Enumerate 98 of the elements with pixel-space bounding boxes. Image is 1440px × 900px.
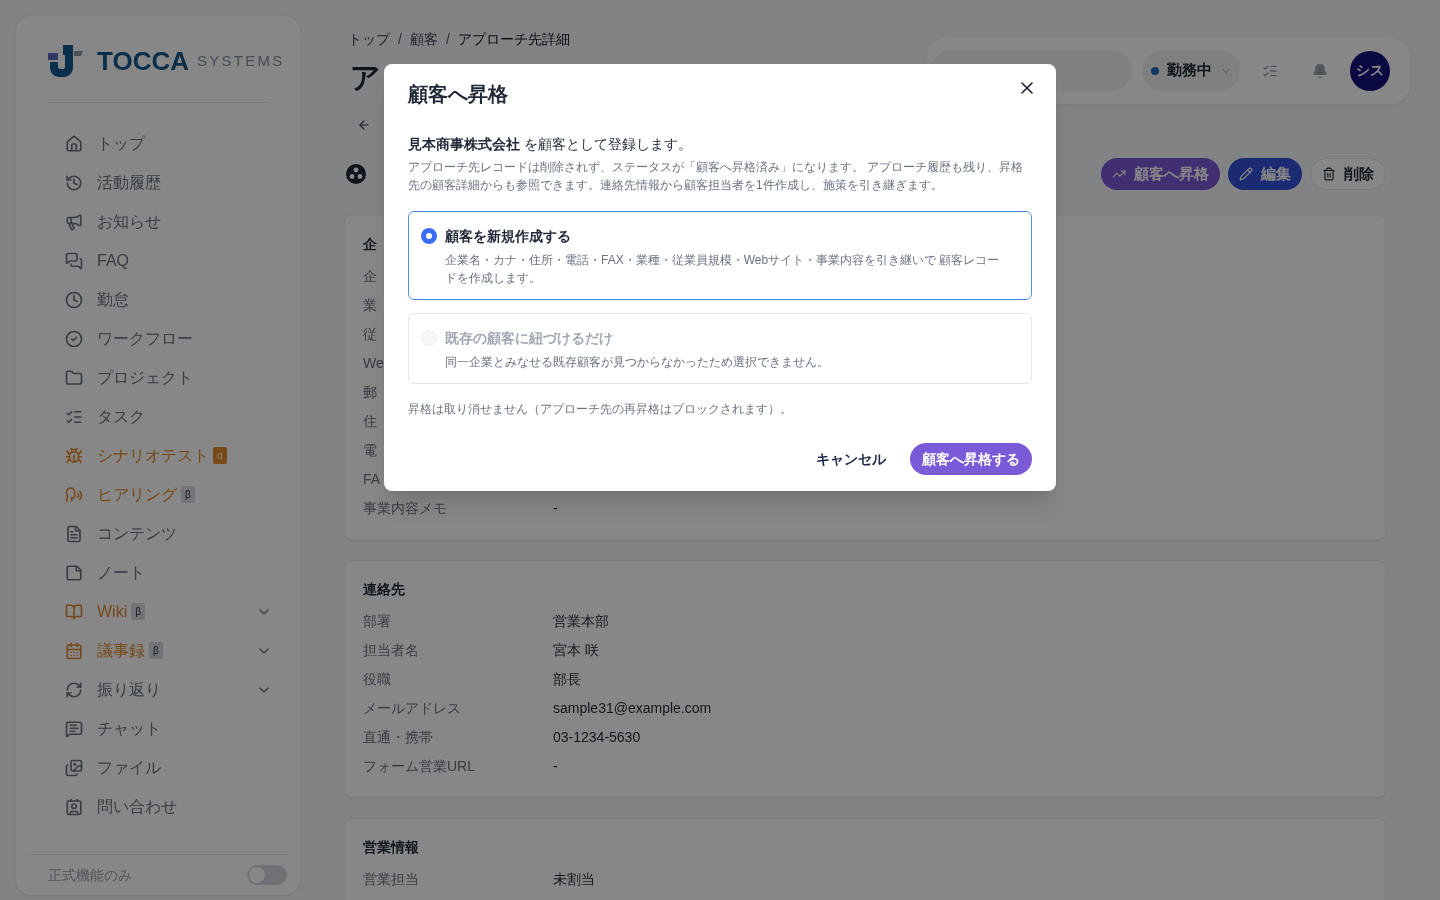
field-label: 直通・携帯 [363, 728, 433, 747]
document-icon [65, 524, 83, 543]
confirm-button[interactable]: 顧客へ昇格する [910, 443, 1032, 475]
logo-text: TOCCA [97, 45, 189, 78]
sidebar-item[interactable]: Wiki β [48, 592, 272, 631]
field-value: sample31@example.com [553, 699, 712, 718]
delete-button[interactable]: 削除 [1310, 158, 1386, 190]
history-icon [65, 173, 83, 192]
field-label: 担当者名 [363, 641, 419, 660]
sidebar-item[interactable]: チャット [48, 709, 272, 748]
sidebar-item[interactable]: ヒアリング β [48, 475, 272, 514]
folder-icon [65, 368, 83, 387]
field-label: 従 [363, 325, 377, 344]
logo-icon [48, 44, 84, 78]
contact-card-icon [65, 797, 83, 816]
field-value: 営業本部 [553, 612, 609, 631]
dots-circle-icon [346, 164, 366, 184]
avatar[interactable]: シス [1350, 50, 1390, 91]
field-value: - [553, 757, 558, 776]
sidebar-item[interactable]: シナリオテスト α [48, 436, 272, 475]
field-label: 部署 [363, 612, 391, 631]
note-text: 昇格は取り消せません（アプローチ先の再昇格はブロックされます）。 [408, 401, 793, 418]
intro-text: 見本商事株式会社 を顧客として登録します。 [408, 135, 693, 154]
field-label: 電 [363, 441, 377, 460]
refresh-icon [65, 680, 83, 699]
field-label: 住 [363, 412, 377, 431]
clock-icon [65, 290, 83, 309]
sidebar-item[interactable]: 振り返り [48, 670, 272, 709]
dialog-title: 顧客へ昇格 [408, 82, 508, 107]
images-icon [65, 758, 83, 777]
field-label: We [363, 354, 384, 373]
breadcrumb-link[interactable]: トップ [348, 30, 390, 48]
field-value: 03-1234-5630 [553, 728, 641, 747]
sidebar-item[interactable]: お知らせ [48, 202, 272, 241]
field-label: FA [363, 470, 381, 489]
description-text: アプローチ先レコードは削除されず、ステータスが「顧客へ昇格済み」になります。 アプローチ履歴も残り、昇格先の顧客詳細からも参照できます。連絡先情報から顧客担当者を1件作成し、施策を引き継ぎます。 [408, 159, 1025, 194]
breadcrumb-link[interactable]: 顧客 [409, 30, 438, 48]
field-label: フォーム営業URL [363, 757, 475, 776]
house-icon [65, 134, 83, 153]
field-label: 業 [363, 296, 377, 315]
field-value: 未割当 [553, 870, 595, 889]
speaking-person-icon [65, 485, 83, 504]
toggle-switch[interactable] [247, 865, 287, 885]
book-icon [65, 602, 83, 621]
edit-button[interactable]: 編集 [1228, 158, 1302, 190]
sidebar-item[interactable]: 活動履歴 [48, 163, 272, 202]
field-label: メールアドレス [363, 699, 461, 718]
sidebar-item[interactable]: 勤怠 [48, 280, 272, 319]
option-description: 同一企業とみなせる既存顧客が見つからなかったため選択できません。 [445, 354, 829, 371]
status-dropdown[interactable]: 勤務中 [1142, 50, 1240, 91]
field-label: 郵 [363, 383, 377, 402]
stage-badge: α [213, 447, 227, 464]
section-title: 連絡先 [363, 580, 405, 599]
field-label: 事業内容メモ [363, 499, 447, 518]
chat-icon [65, 719, 83, 738]
pencil-icon [1239, 167, 1253, 181]
status-dot-icon [1150, 66, 1159, 75]
page-title: ア [350, 60, 381, 96]
breadcrumb-separator: / [398, 30, 402, 48]
field-value: 宮本 咲 [553, 641, 599, 660]
note-icon [65, 563, 83, 582]
sidebar-item[interactable]: トップ [48, 124, 272, 163]
sidebar-item[interactable]: FAQ [48, 241, 272, 280]
bug-icon [65, 446, 83, 465]
stage-badge: β [131, 603, 146, 620]
stage-badge: β [181, 486, 195, 503]
sidebar-item[interactable]: プロジェクト [48, 358, 272, 397]
field-label: 営業担当 [363, 870, 419, 889]
section-title: 営業情報 [363, 838, 419, 857]
sidebar-item[interactable]: ワークフロー [48, 319, 272, 358]
option-title: 顧客を新規作成する [445, 227, 572, 246]
promote-button[interactable]: 顧客へ昇格 [1101, 158, 1220, 190]
option-title: 既存の顧客に紐づけるだけ [445, 329, 614, 348]
trash-icon [1322, 167, 1336, 181]
stage-badge: β [149, 642, 163, 659]
sidebar-item[interactable]: タスク [48, 397, 272, 436]
field-value: - [553, 499, 558, 518]
calendar-icon [65, 641, 83, 660]
section-title: 企 [363, 235, 377, 254]
option-card[interactable]: 顧客を新規作成する 企業名・カナ・住所・電話・FAX・業種・従業員規模・Webサイト・事業内容を引き継いで 顧客レコードを作成します。 [408, 211, 1032, 300]
field-label: 企 [363, 267, 377, 286]
sidebar-item[interactable]: ノート [48, 553, 272, 592]
sidebar-item[interactable]: 問い合わせ [48, 787, 272, 826]
chat-bubbles-icon [65, 251, 83, 270]
breadcrumb-separator: / [445, 30, 450, 48]
logo-suffix: SYSTEMS [196, 51, 285, 71]
sidebar-item[interactable]: 議事録 β [48, 631, 272, 670]
sidebar-item[interactable]: ファイル [48, 748, 272, 787]
field-label: 役職 [363, 670, 391, 689]
radio-button[interactable] [421, 228, 437, 244]
field-value: 部長 [553, 670, 581, 689]
cancel-button[interactable]: キャンセル [804, 443, 898, 475]
option-description: 企業名・カナ・住所・電話・FAX・業種・従業員規模・Webサイト・事業内容を引き継いで 顧客レコードを作成します。 [445, 252, 1001, 287]
megaphone-icon [65, 212, 83, 231]
bell-icon [1312, 62, 1328, 79]
breadcrumb-current: アプローチ先詳細 [457, 30, 570, 48]
check-circle-icon [65, 329, 83, 348]
sidebar-item[interactable]: コンテンツ [48, 514, 272, 553]
